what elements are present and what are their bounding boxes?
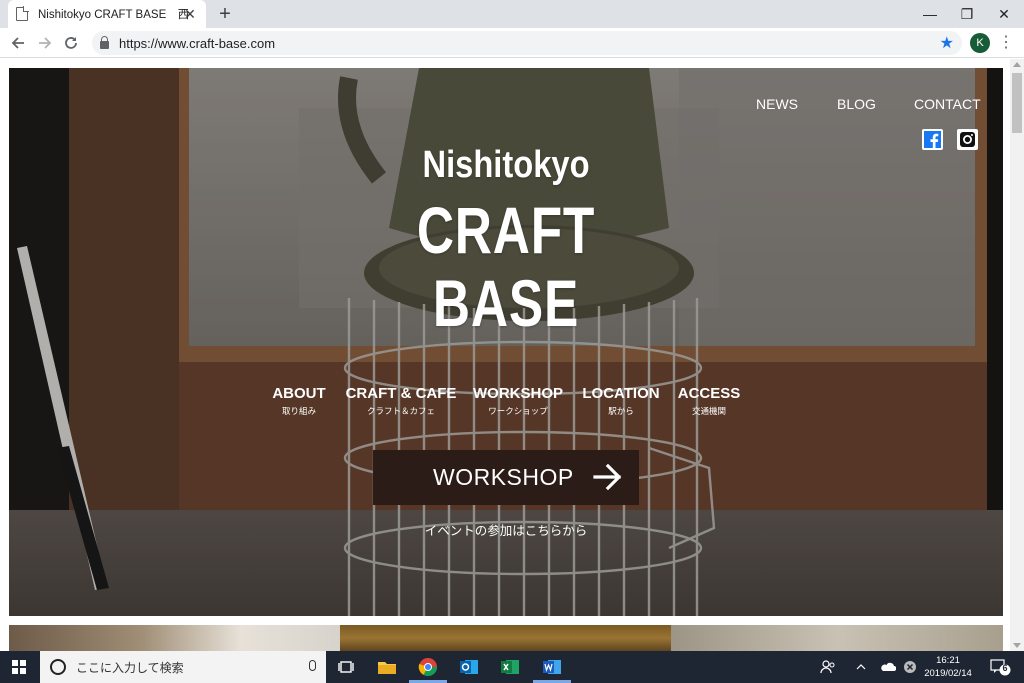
url-text: https://www.craft-base.com bbox=[119, 35, 276, 51]
start-icon[interactable] bbox=[12, 660, 26, 674]
main-nav-access[interactable]: ACCESS 交通機関 bbox=[674, 385, 744, 417]
new-tab-button[interactable]: + bbox=[214, 3, 236, 25]
restore-button[interactable]: ❐ bbox=[947, 0, 987, 28]
main-nav-location[interactable]: LOCATION 駅から bbox=[578, 385, 664, 417]
network-error-icon[interactable] bbox=[903, 651, 917, 683]
windows-taskbar: ここに入力して検索 16:21 2019/02/14 6 bbox=[0, 651, 1024, 683]
microphone-icon[interactable] bbox=[309, 660, 316, 671]
scroll-down-icon[interactable] bbox=[1013, 643, 1021, 648]
browser-toolbar: https://www.craft-base.com ★ bbox=[0, 28, 1024, 58]
gallery-strip bbox=[9, 625, 1003, 651]
notification-count: 6 bbox=[1002, 663, 1008, 673]
close-window-button[interactable]: ✕ bbox=[984, 0, 1024, 28]
taskbar-search[interactable]: ここに入力して検索 bbox=[40, 651, 326, 683]
main-nav-about-label: ABOUT bbox=[272, 385, 326, 402]
show-hidden-icons-icon[interactable] bbox=[856, 651, 866, 683]
onedrive-icon[interactable] bbox=[880, 651, 896, 683]
chrome-icon[interactable] bbox=[416, 655, 440, 679]
arrow-right-icon bbox=[593, 463, 623, 496]
action-center-icon[interactable]: 6 bbox=[990, 651, 1012, 683]
bookmark-star-icon[interactable]: ★ bbox=[940, 33, 954, 53]
gallery-image[interactable] bbox=[340, 625, 671, 651]
forward-icon[interactable] bbox=[34, 32, 56, 54]
outlook-icon[interactable] bbox=[457, 655, 481, 679]
main-nav-about-sub: 取り組み bbox=[281, 406, 316, 416]
taskbar-search-placeholder: ここに入力して検索 bbox=[76, 660, 184, 675]
main-nav-location-sub: 駅から bbox=[608, 406, 634, 416]
tab-title: Nishitokyo CRAFT BASE 西東京 bbox=[38, 9, 188, 21]
main-nav-location-label: LOCATION bbox=[582, 385, 660, 402]
main-nav-craft-cafe-sub: クラフト＆カフェ bbox=[366, 406, 435, 416]
main-nav-workshop-label: WORKSHOP bbox=[473, 385, 563, 402]
page-scrollbar[interactable] bbox=[1010, 59, 1024, 651]
people-icon[interactable] bbox=[820, 651, 836, 683]
gallery-image[interactable] bbox=[9, 625, 340, 651]
main-nav-workshop[interactable]: WORKSHOP ワークショップ bbox=[470, 385, 566, 417]
logo-line-1: Nishitokyo bbox=[422, 144, 590, 186]
facebook-icon[interactable] bbox=[922, 129, 943, 150]
gallery-image[interactable] bbox=[671, 625, 1003, 651]
system-clock[interactable]: 16:21 2019/02/14 bbox=[922, 654, 974, 680]
word-icon[interactable] bbox=[540, 655, 564, 679]
main-nav-craft-cafe-label: CRAFT & CAFE bbox=[345, 385, 457, 402]
lock-icon bbox=[100, 35, 109, 49]
cortana-icon bbox=[50, 659, 66, 675]
nav-news[interactable]: NEWS bbox=[756, 96, 798, 112]
scroll-up-icon[interactable] bbox=[1013, 62, 1021, 67]
excel-icon[interactable] bbox=[498, 655, 522, 679]
main-nav-about[interactable]: ABOUT 取り組み bbox=[265, 385, 333, 417]
file-explorer-icon[interactable] bbox=[375, 655, 399, 679]
nav-blog[interactable]: BLOG bbox=[837, 96, 876, 112]
logo-line-3: BASE bbox=[432, 266, 580, 340]
workshop-cta-button[interactable]: WORKSHOP bbox=[373, 450, 639, 505]
reload-icon[interactable] bbox=[60, 32, 82, 54]
main-nav-craft-cafe[interactable]: CRAFT & CAFE クラフト＆カフェ bbox=[345, 385, 457, 417]
nav-contact[interactable]: CONTACT bbox=[914, 96, 981, 112]
instagram-icon[interactable] bbox=[957, 129, 978, 150]
main-nav-access-sub: 交通機関 bbox=[691, 406, 726, 416]
task-view-icon[interactable] bbox=[334, 655, 358, 679]
page-viewport: NEWS BLOG CONTACT Nishitokyo CRAFT BASE … bbox=[0, 59, 1024, 651]
logo-line-2: CRAFT bbox=[416, 193, 596, 267]
clock-date: 2019/02/14 bbox=[924, 668, 972, 679]
minimize-button[interactable]: — bbox=[910, 0, 950, 28]
tab-close-icon[interactable]: ✕ bbox=[182, 6, 198, 22]
menu-icon[interactable]: ⋮ bbox=[998, 32, 1014, 52]
page-icon bbox=[16, 6, 29, 21]
address-bar[interactable]: https://www.craft-base.com ★ bbox=[92, 31, 962, 55]
workshop-cta-label: WORKSHOP bbox=[433, 464, 574, 490]
profile-avatar[interactable]: K bbox=[970, 33, 990, 53]
clock-time: 16:21 bbox=[936, 655, 960, 666]
main-nav-workshop-sub: ワークショップ bbox=[488, 406, 548, 416]
back-icon[interactable] bbox=[7, 32, 29, 54]
browser-tab[interactable]: Nishitokyo CRAFT BASE 西東京 ✕ bbox=[8, 0, 206, 28]
workshop-cta-subtext: イベントの参加はこちらから bbox=[424, 524, 588, 538]
browser-tab-strip: Nishitokyo CRAFT BASE 西東京 ✕ + — ❐ ✕ bbox=[0, 0, 1024, 28]
main-nav-access-label: ACCESS bbox=[677, 385, 741, 402]
hero-section: NEWS BLOG CONTACT Nishitokyo CRAFT BASE … bbox=[9, 68, 1003, 616]
scrollbar-thumb[interactable] bbox=[1012, 73, 1022, 133]
